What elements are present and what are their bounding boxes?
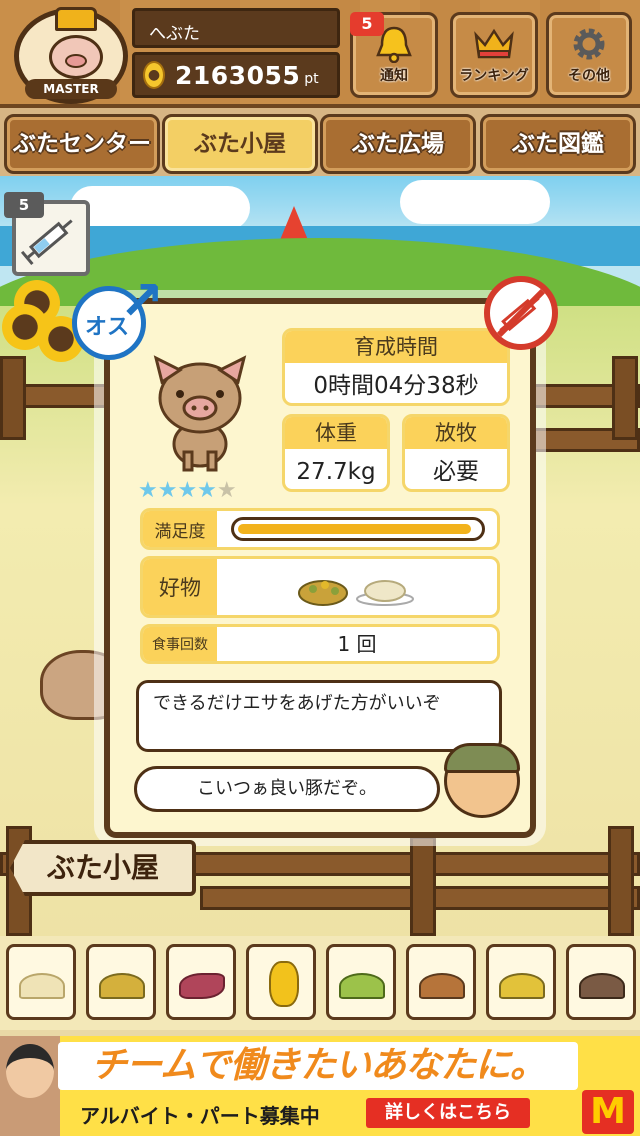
farmer-avatar bbox=[444, 743, 520, 818]
fence-post bbox=[0, 356, 26, 440]
sailboat bbox=[280, 206, 308, 240]
notification-count-badge: 5 bbox=[350, 12, 384, 36]
sex-label: オス bbox=[85, 315, 130, 340]
satisfaction-bar-fill bbox=[238, 524, 471, 534]
fence-post bbox=[608, 826, 634, 936]
satisfaction-bar bbox=[231, 517, 485, 541]
meal-count-row: 食事回数 1 回 bbox=[140, 624, 500, 664]
weight-label: 体重 bbox=[285, 417, 387, 449]
food-item-7[interactable] bbox=[486, 944, 556, 1020]
grain-plate-icon bbox=[499, 973, 545, 999]
satisfaction-row: 満足度 bbox=[140, 508, 500, 550]
tab-pig-plaza[interactable]: ぶた広場 bbox=[320, 114, 476, 174]
settings-label: その他 bbox=[568, 68, 610, 84]
fence-post bbox=[410, 836, 436, 936]
grain-icon bbox=[19, 973, 65, 999]
pig-character[interactable] bbox=[150, 352, 250, 472]
growth-time-value: 0時間04分38秒 bbox=[313, 373, 479, 399]
master-badge: MASTER bbox=[25, 79, 117, 99]
fence-post bbox=[612, 356, 638, 440]
grazing-label: 放牧 bbox=[405, 417, 507, 449]
ad-banner[interactable]: チームで働きたいあなたに。 アルバイト・パート募集中 詳しくはこちら M bbox=[0, 1036, 640, 1136]
growth-time-panel: 育成時間 0時間04分38秒 bbox=[282, 328, 510, 406]
points-display: ● 2163055 pt bbox=[132, 52, 340, 98]
location-signboard: ぶた小屋 bbox=[10, 840, 196, 896]
food-item-8[interactable] bbox=[566, 944, 636, 1020]
no-injection-icon bbox=[484, 276, 558, 350]
player-avatar[interactable]: MASTER bbox=[14, 7, 128, 104]
growth-time-label: 育成時間 bbox=[285, 331, 507, 363]
favorite-food-icons bbox=[298, 580, 414, 606]
top-header: MASTER へぶた ● 2163055 pt 5 通知 ランキング その他 bbox=[0, 0, 640, 108]
beans-icon bbox=[339, 973, 385, 999]
settings-button[interactable]: その他 bbox=[546, 12, 632, 98]
advice-bubble: できるだけエサをあげた方がいいぞ bbox=[136, 680, 502, 752]
tab-pig-hut[interactable]: ぶた小屋 bbox=[162, 114, 318, 174]
points-unit: pt bbox=[304, 71, 319, 87]
favorite-food-label: 好物 bbox=[143, 559, 217, 615]
food-item-4[interactable] bbox=[246, 944, 316, 1020]
favorite-food-row: 好物 bbox=[140, 556, 500, 618]
pig-face-icon bbox=[49, 35, 103, 79]
food-item-6[interactable] bbox=[406, 944, 476, 1020]
player-name: へぶた bbox=[132, 8, 340, 48]
meal-count-label: 食事回数 bbox=[143, 627, 217, 661]
cloud bbox=[70, 186, 250, 230]
weight-panel: 体重 27.7kg bbox=[282, 414, 390, 492]
rating-stars: ★★★★★ bbox=[138, 478, 237, 503]
rating-stars-empty: ★ bbox=[216, 478, 237, 503]
ad-person-image bbox=[0, 1036, 60, 1136]
meatball-plate-icon bbox=[579, 973, 625, 999]
satisfaction-label: 満足度 bbox=[143, 511, 217, 547]
mixed-grain-icon bbox=[99, 973, 145, 999]
cloud bbox=[400, 180, 550, 224]
food-item-5[interactable] bbox=[326, 944, 396, 1020]
notifications-label: 通知 bbox=[380, 68, 408, 84]
ad-headline: チームで働きたいあなたに。 bbox=[58, 1042, 578, 1090]
rating-stars-filled: ★★★★ bbox=[138, 478, 217, 503]
food-bar bbox=[0, 936, 640, 1030]
food-item-1[interactable] bbox=[6, 944, 76, 1020]
male-badge: ↗ オス bbox=[72, 269, 164, 360]
weight-value: 27.7kg bbox=[296, 459, 376, 485]
acorn-icon bbox=[419, 973, 465, 999]
tab-pig-encyclopedia[interactable]: ぶた図鑑 bbox=[480, 114, 636, 174]
grazing-value: 必要 bbox=[433, 459, 479, 485]
farmer-cap bbox=[444, 743, 520, 773]
main-nav: ぶたセンター ぶた小屋 ぶた広場 ぶた図鑑 bbox=[0, 108, 640, 176]
grazing-panel: 放牧 必要 bbox=[402, 414, 510, 492]
crown-icon bbox=[474, 28, 514, 59]
mcdonalds-logo: M bbox=[582, 1090, 634, 1134]
sweet-potato-icon bbox=[179, 973, 225, 999]
injection-item-count: 5 bbox=[4, 192, 44, 218]
food-item-2[interactable] bbox=[86, 944, 156, 1020]
tab-pig-center[interactable]: ぶたセンター bbox=[4, 114, 160, 174]
corn-icon bbox=[269, 961, 299, 1007]
points-value: 2163055 bbox=[175, 60, 301, 90]
comment-bubble: こいつぁ良い豚だぞ。 bbox=[134, 766, 440, 812]
coin-icon: ● bbox=[143, 61, 165, 89]
food-item-3[interactable] bbox=[166, 944, 236, 1020]
ad-subtext: アルバイト・パート募集中 bbox=[80, 1104, 320, 1128]
gear-icon bbox=[573, 28, 605, 60]
ranking-label: ランキング bbox=[459, 68, 529, 84]
ranking-button[interactable]: ランキング bbox=[450, 12, 538, 98]
ad-details-button[interactable]: 詳しくはこちら bbox=[366, 1098, 530, 1128]
crown-icon bbox=[55, 7, 97, 31]
meal-count-value: 1 回 bbox=[337, 632, 377, 656]
